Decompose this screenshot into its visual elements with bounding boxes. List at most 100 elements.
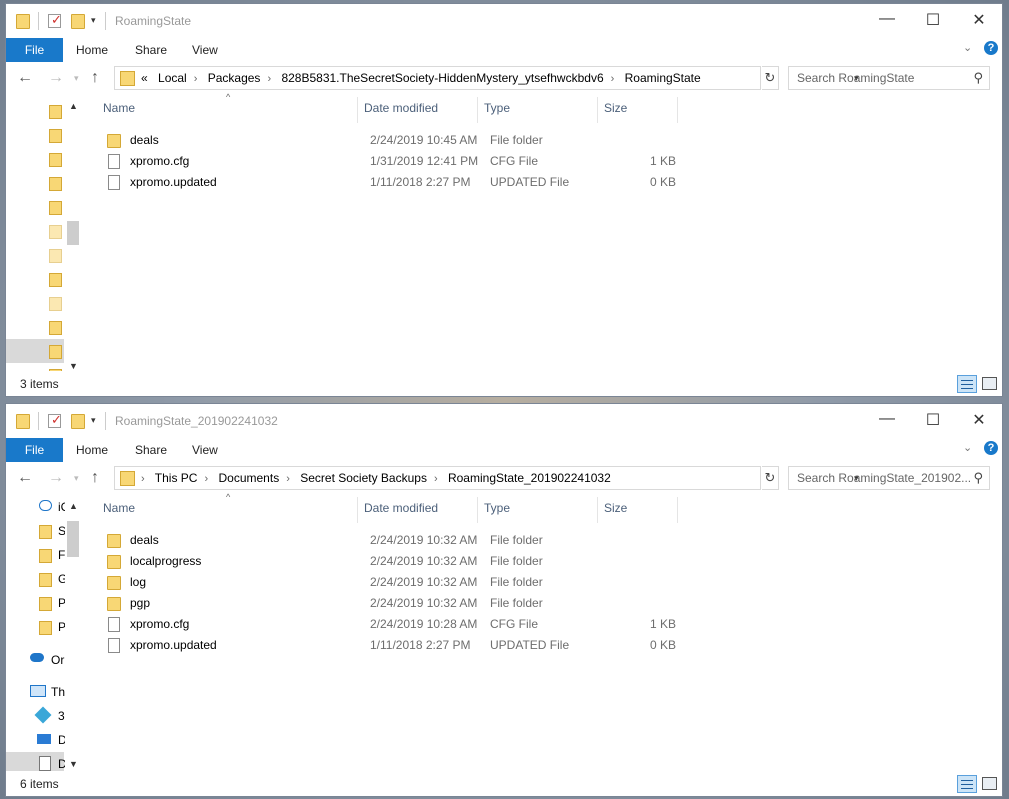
- nav-item-onedrive[interactable]: Or: [6, 648, 64, 672]
- scroll-down-icon[interactable]: ▼: [69, 361, 78, 371]
- file-row[interactable]: xpromo.updated 1/11/2018 2:27 PM UPDATED…: [104, 636, 684, 657]
- minimize-button[interactable]: —: [872, 10, 902, 28]
- nav-item[interactable]: [6, 147, 64, 171]
- file-row[interactable]: xpromo.cfg 1/31/2019 12:41 PM CFG File 1…: [104, 152, 684, 173]
- explorer-window-backup[interactable]: ✓ ▾ RoamingState_201902241032 — ☐ ✕ File…: [6, 404, 1002, 796]
- breadcrumb-item[interactable]: RoamingState_201902241032: [448, 471, 611, 485]
- nav-item[interactable]: F: [6, 543, 65, 567]
- column-header-size[interactable]: Size: [604, 501, 627, 523]
- close-button[interactable]: ✕: [964, 410, 994, 430]
- chevron-right-icon[interactable]: ›: [194, 73, 198, 85]
- breadcrumb-item[interactable]: RoamingState: [625, 71, 701, 85]
- breadcrumb-item[interactable]: Secret Society Backups: [300, 471, 427, 485]
- chevron-right-icon[interactable]: ›: [611, 73, 615, 85]
- tab-home[interactable]: Home: [76, 438, 108, 462]
- nav-item-desktop[interactable]: D: [6, 728, 66, 752]
- breadcrumb-item[interactable]: 828B5831.TheSecretSociety-HiddenMystery_…: [281, 71, 603, 85]
- recent-locations-dropdown[interactable]: ▾: [74, 473, 79, 484]
- column-header-type[interactable]: Type: [484, 501, 510, 523]
- nav-item[interactable]: [6, 123, 64, 147]
- refresh-button[interactable]: ↻: [762, 466, 779, 490]
- breadcrumb-item[interactable]: This PC: [155, 471, 198, 485]
- column-header-date[interactable]: Date modified: [364, 501, 438, 523]
- details-view-icon[interactable]: [957, 375, 977, 393]
- customize-toolbar-dropdown[interactable]: ▾: [91, 15, 96, 26]
- file-row[interactable]: log 2/24/2019 10:32 AM File folder: [104, 573, 684, 594]
- column-divider[interactable]: [597, 497, 598, 523]
- scroll-thumb[interactable]: [67, 221, 79, 245]
- scroll-down-icon[interactable]: ▼: [69, 759, 78, 769]
- tab-view[interactable]: View: [192, 438, 218, 462]
- help-icon[interactable]: ?: [984, 41, 998, 55]
- nav-scrollbar[interactable]: ▲ ▼: [65, 493, 82, 771]
- tab-share[interactable]: Share: [135, 38, 167, 62]
- breadcrumb-overflow[interactable]: «: [141, 71, 148, 85]
- navigation-pane[interactable]: iC S F G P P Or Th 3 D D ▲ ▼: [6, 493, 82, 776]
- breadcrumb-item[interactable]: Packages: [208, 71, 261, 85]
- search-input[interactable]: Search RoamingState_201902... ⚲: [788, 466, 990, 490]
- file-row[interactable]: xpromo.cfg 2/24/2019 10:28 AM CFG File 1…: [104, 615, 684, 636]
- properties-icon[interactable]: ✓: [48, 412, 62, 428]
- title-bar[interactable]: ✓ ▾ RoamingState_201902241032 — ☐ ✕: [6, 404, 1002, 438]
- nav-item-3d-objects[interactable]: 3: [6, 704, 65, 728]
- chevron-right-icon[interactable]: ›: [434, 473, 438, 485]
- scroll-up-icon[interactable]: ▲: [69, 501, 78, 511]
- navigation-pane[interactable]: ▲ ▼: [6, 93, 82, 371]
- column-divider[interactable]: [677, 97, 678, 123]
- close-button[interactable]: ✕: [964, 10, 994, 30]
- chevron-right-icon[interactable]: ›: [204, 473, 208, 485]
- customize-toolbar-dropdown[interactable]: ▾: [91, 415, 96, 426]
- scroll-thumb[interactable]: [67, 521, 79, 557]
- column-divider[interactable]: [677, 497, 678, 523]
- new-folder-icon[interactable]: [71, 414, 85, 429]
- properties-icon[interactable]: ✓: [48, 12, 62, 28]
- chevron-right-icon[interactable]: ›: [141, 473, 145, 485]
- file-row[interactable]: pgp 2/24/2019 10:32 AM File folder: [104, 594, 684, 615]
- maximize-button[interactable]: ☐: [918, 10, 948, 30]
- nav-item[interactable]: [6, 363, 64, 371]
- nav-item[interactable]: [6, 195, 64, 219]
- address-bar[interactable]: › This PC › Documents › Secret Society Bac…: [114, 466, 859, 490]
- details-view-icon[interactable]: [957, 775, 977, 793]
- column-header-name[interactable]: Name: [103, 501, 135, 523]
- search-input[interactable]: Search RoamingState ⚲: [788, 66, 990, 90]
- refresh-button[interactable]: ↻: [762, 66, 779, 90]
- back-button[interactable]: ←: [17, 469, 33, 487]
- tab-home[interactable]: Home: [76, 38, 108, 62]
- back-button[interactable]: ←: [17, 69, 33, 87]
- nav-item[interactable]: P: [6, 591, 66, 615]
- nav-item[interactable]: [6, 99, 64, 123]
- nav-item[interactable]: [6, 315, 64, 339]
- forward-button[interactable]: →: [48, 69, 64, 87]
- file-row[interactable]: xpromo.updated 1/11/2018 2:27 PM UPDATED…: [104, 173, 684, 194]
- forward-button[interactable]: →: [48, 469, 64, 487]
- column-divider[interactable]: [357, 497, 358, 523]
- tab-file[interactable]: File: [6, 438, 63, 462]
- file-row[interactable]: deals 2/24/2019 10:45 AM File folder: [104, 131, 684, 152]
- large-icons-view-icon[interactable]: [982, 777, 997, 790]
- nav-item[interactable]: [6, 267, 64, 291]
- recent-locations-dropdown[interactable]: ▾: [74, 73, 79, 84]
- minimize-button[interactable]: —: [872, 410, 902, 428]
- maximize-button[interactable]: ☐: [918, 410, 948, 430]
- tab-share[interactable]: Share: [135, 438, 167, 462]
- scroll-up-icon[interactable]: ▲: [69, 101, 78, 111]
- file-row[interactable]: deals 2/24/2019 10:32 AM File folder: [104, 531, 684, 552]
- title-bar[interactable]: ✓ ▾ RoamingState — ☐ ✕: [6, 4, 1002, 38]
- nav-item[interactable]: S: [6, 519, 66, 543]
- column-header-type[interactable]: Type: [484, 101, 510, 123]
- nav-item[interactable]: [6, 243, 64, 267]
- nav-scrollbar[interactable]: ▲ ▼: [65, 93, 82, 371]
- help-icon[interactable]: ?: [984, 441, 998, 455]
- column-divider[interactable]: [477, 97, 478, 123]
- tab-file[interactable]: File: [6, 38, 63, 62]
- large-icons-view-icon[interactable]: [982, 377, 997, 390]
- column-header-size[interactable]: Size: [604, 101, 627, 123]
- nav-item[interactable]: [6, 219, 64, 243]
- column-header-name[interactable]: Name: [103, 101, 135, 123]
- breadcrumb-item[interactable]: Documents: [219, 471, 280, 485]
- breadcrumb-item[interactable]: Local: [158, 71, 187, 85]
- column-divider[interactable]: [597, 97, 598, 123]
- tab-view[interactable]: View: [192, 38, 218, 62]
- expand-ribbon-icon[interactable]: ⌄: [963, 441, 972, 454]
